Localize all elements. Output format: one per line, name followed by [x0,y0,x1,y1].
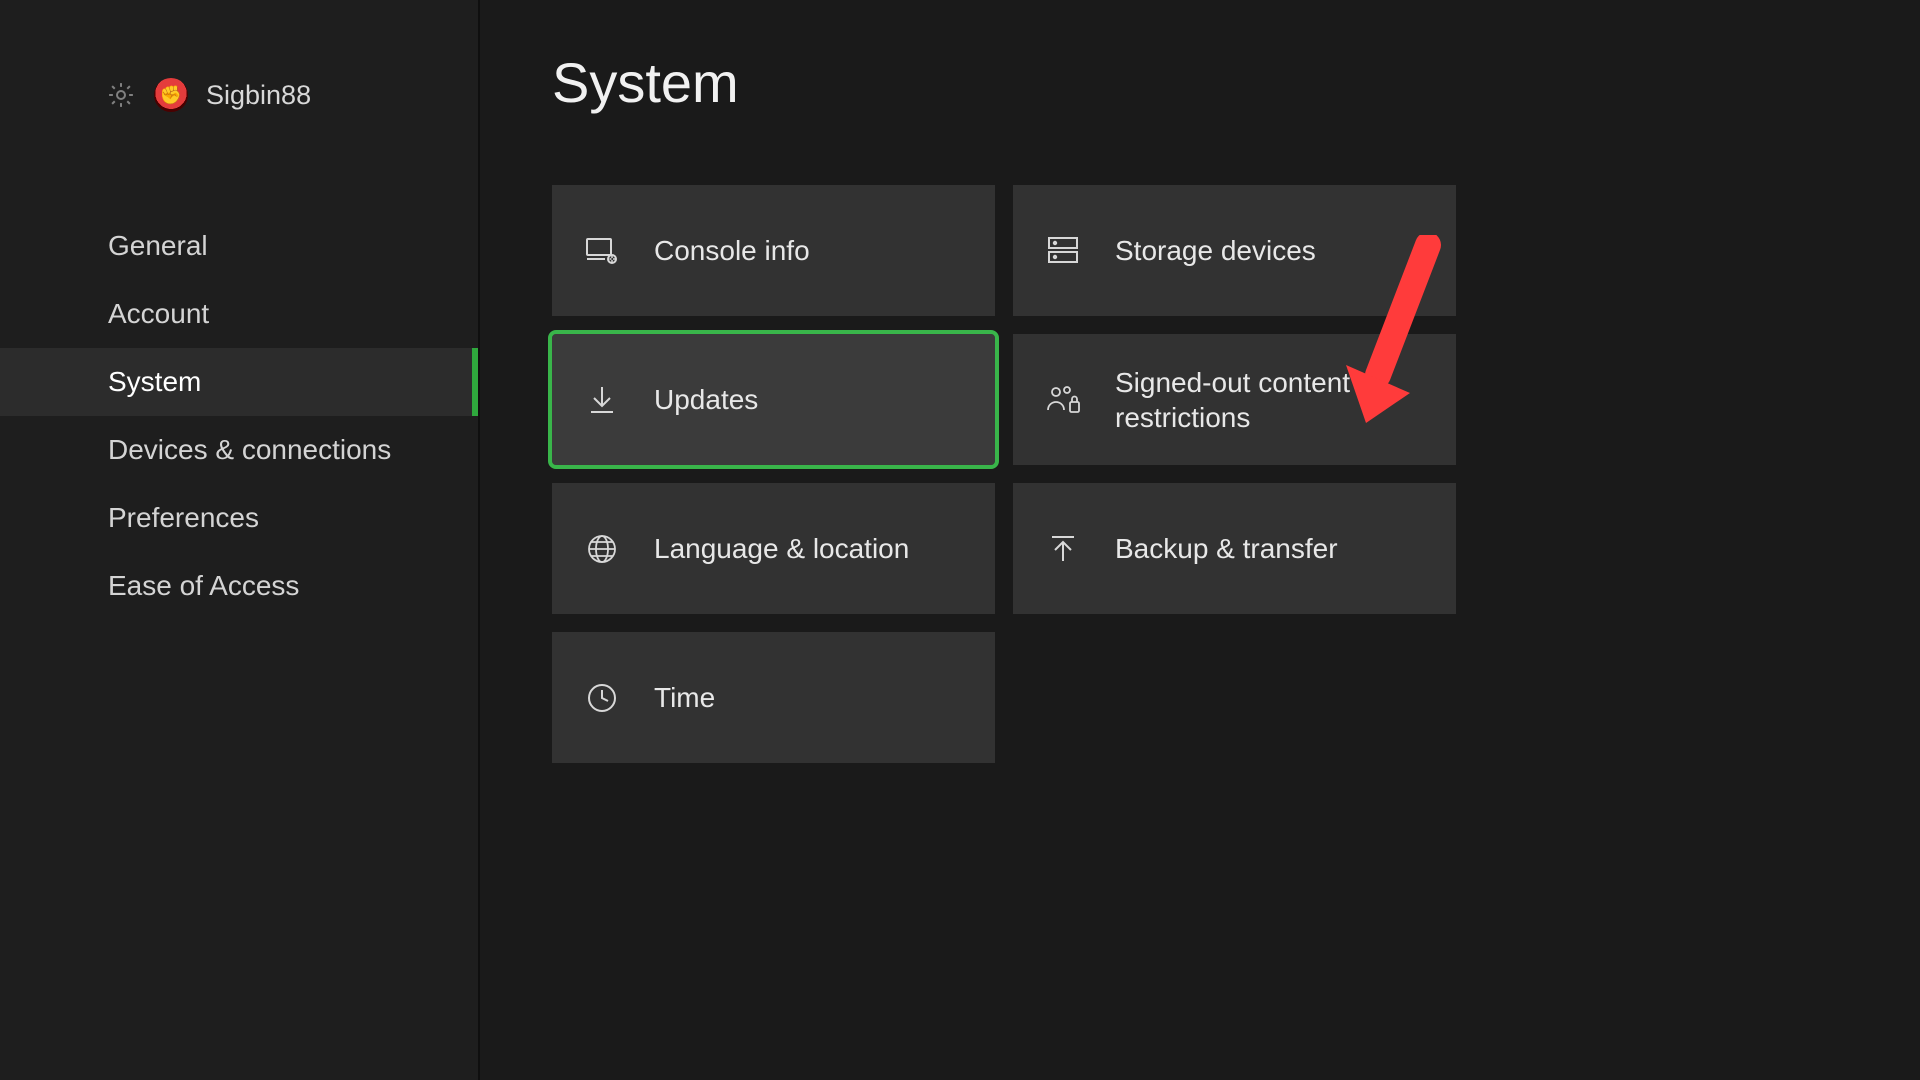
tile-label: Language & location [654,531,909,566]
tile-label: Console info [654,233,810,268]
tile-updates[interactable]: Updates [552,334,995,465]
tile-signed-out-restrictions[interactable]: Signed-out content restrictions [1013,334,1456,465]
page-title: System [552,50,1920,115]
profile-row: ✊ Sigbin88 [0,78,478,112]
sidebar-nav: General Account System Devices & connect… [0,212,478,620]
tile-backup-transfer[interactable]: Backup & transfer [1013,483,1456,614]
tile-language-location[interactable]: Language & location [552,483,995,614]
sidebar-item-devices-connections[interactable]: Devices & connections [0,416,478,484]
tile-console-info[interactable]: Console info [552,185,995,316]
family-lock-icon [1045,384,1081,416]
sidebar-item-ease-of-access[interactable]: Ease of Access [0,552,478,620]
tile-label: Time [654,680,715,715]
sidebar-item-general[interactable]: General [0,212,478,280]
console-icon [584,236,620,266]
tile-label: Signed-out content restrictions [1115,365,1415,435]
avatar: ✊ [154,78,188,112]
sidebar-item-system[interactable]: System [0,348,478,416]
clock-icon [584,682,620,714]
sidebar-item-account[interactable]: Account [0,280,478,348]
download-icon [584,384,620,416]
tile-label: Updates [654,382,758,417]
tile-label: Backup & transfer [1115,531,1338,566]
settings-sidebar: ✊ Sigbin88 General Account System Device… [0,0,480,1080]
tile-time[interactable]: Time [552,632,995,763]
tile-storage-devices[interactable]: Storage devices [1013,185,1456,316]
globe-icon [584,533,620,565]
storage-icon [1045,235,1081,267]
main-content: System Console info [480,0,1920,1080]
username: Sigbin88 [206,80,311,111]
gear-icon [106,80,136,110]
tile-label: Storage devices [1115,233,1316,268]
system-tile-grid: Console info Storage devices [552,185,1457,763]
sidebar-item-preferences[interactable]: Preferences [0,484,478,552]
upload-icon [1045,533,1081,565]
